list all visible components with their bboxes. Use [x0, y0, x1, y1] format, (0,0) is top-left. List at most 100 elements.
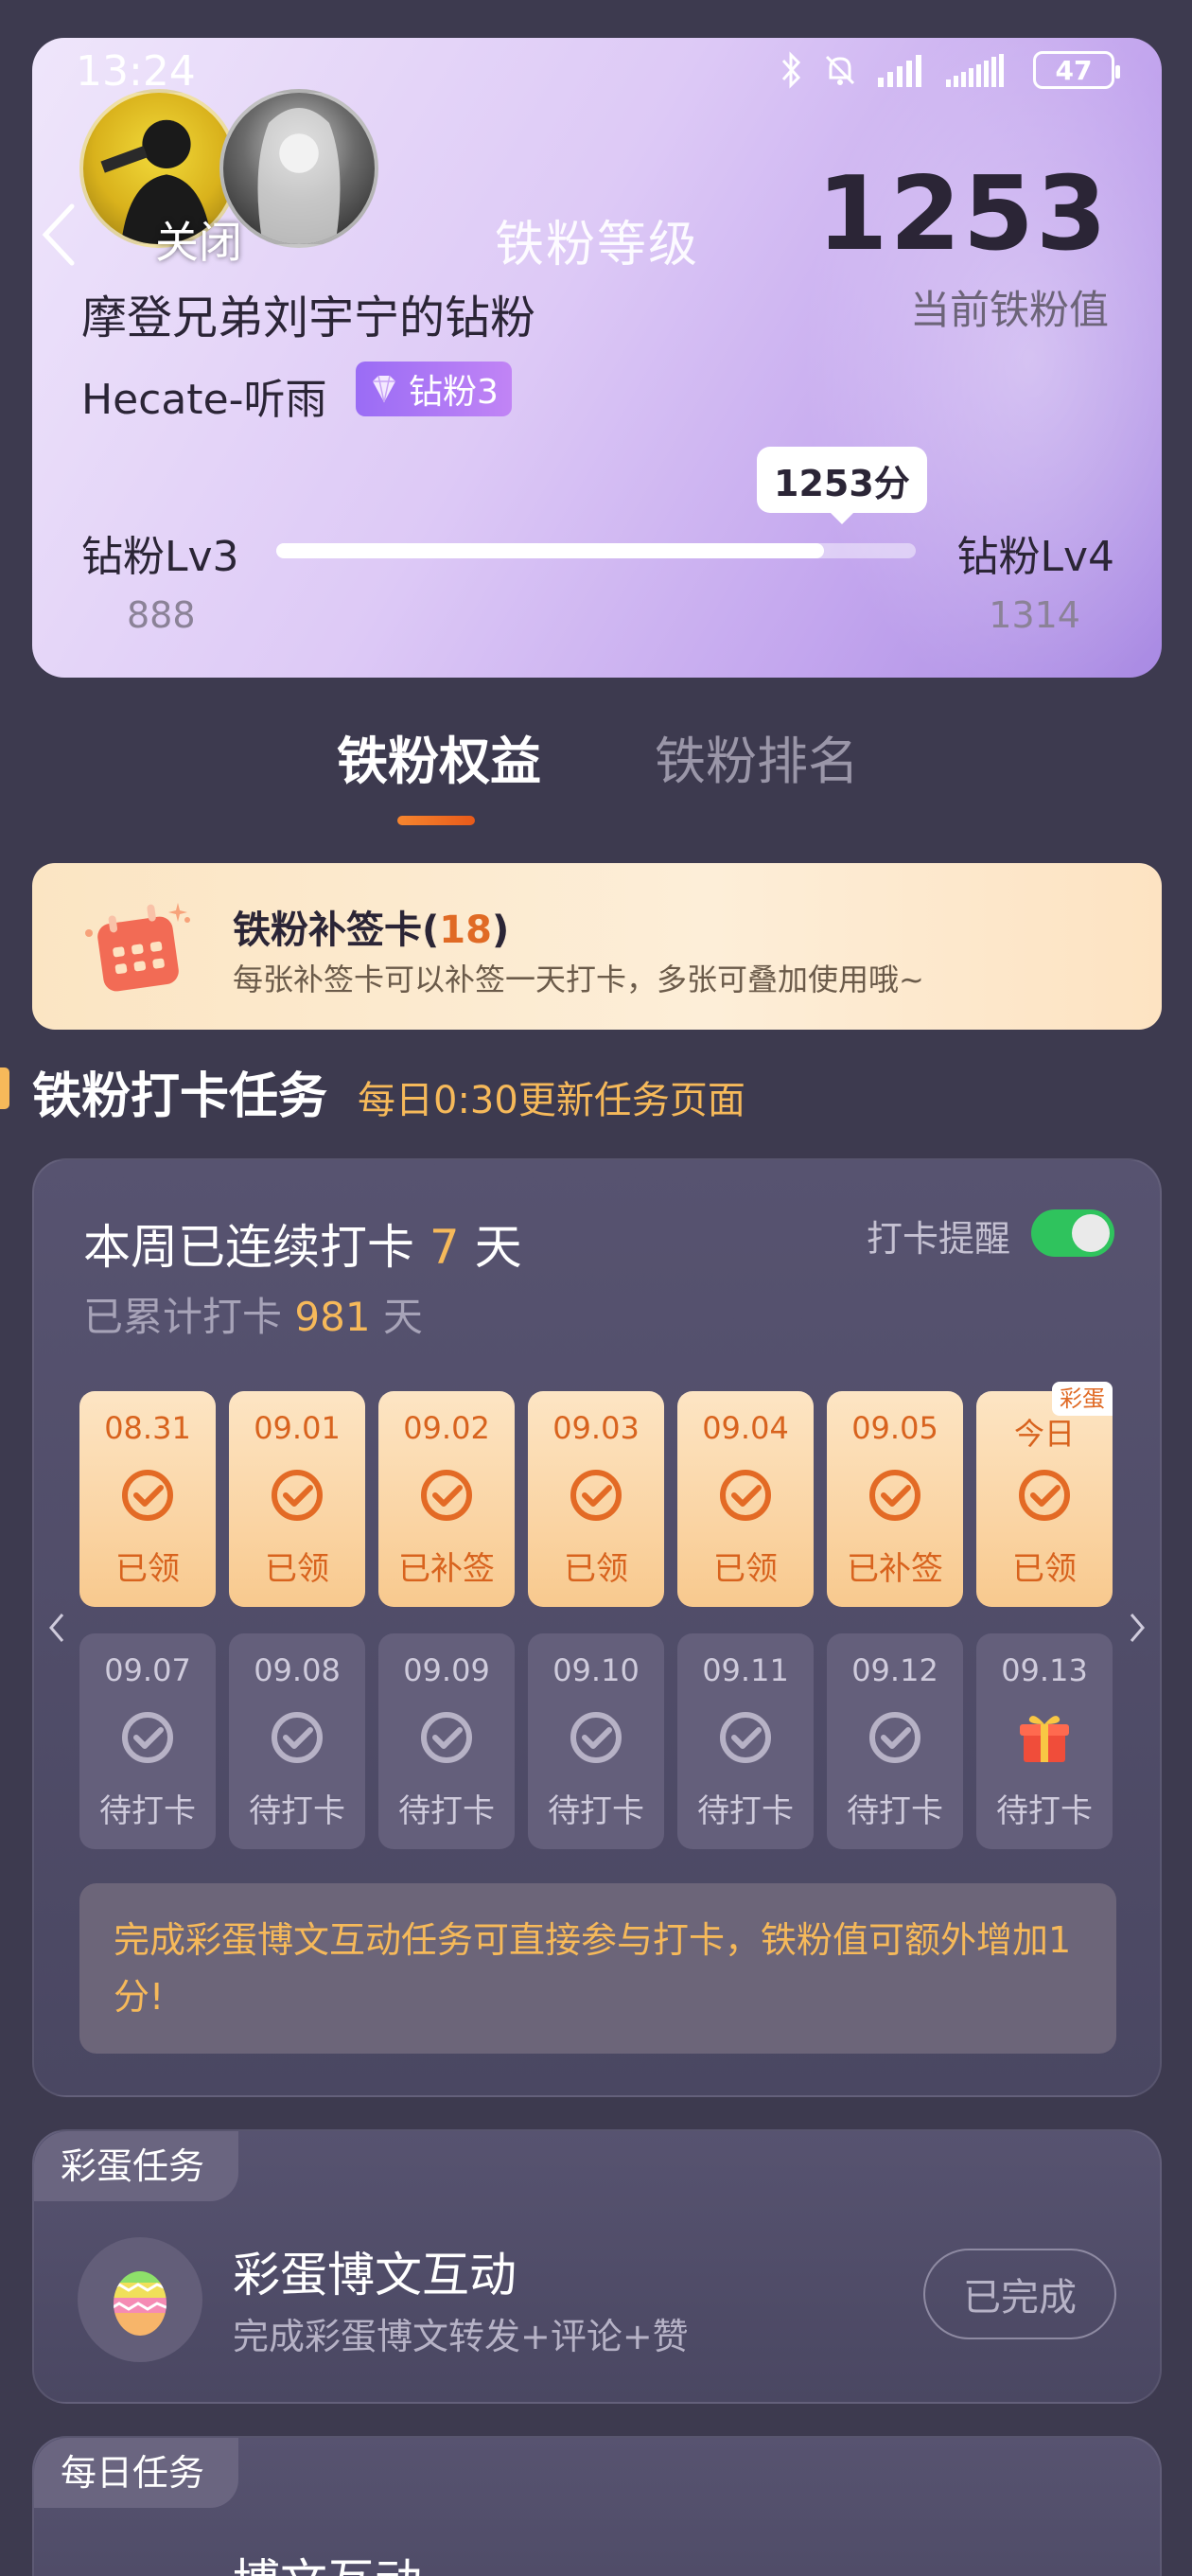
weekly-streak-prefix: 本周已连续打卡 — [83, 1220, 414, 1275]
level-current: 钻粉Lv3 — [81, 533, 239, 581]
egg-tip: 完成彩蛋博文互动任务可直接参与打卡，铁粉值可额外增加1分! — [79, 1883, 1116, 2054]
score-tooltip: 1253分 — [757, 447, 927, 524]
total-checkins-days: 981 — [294, 1294, 371, 1340]
weekly-streak-days: 7 — [429, 1220, 460, 1275]
checkin-day[interactable]: 09.11 待打卡 — [677, 1633, 814, 1849]
checkin-day-date: 09.05 — [851, 1410, 938, 1446]
checkin-day-date: 今日 — [1013, 1416, 1075, 1452]
checkin-day-date: 08.31 — [104, 1410, 191, 1446]
checkin-day-date: 09.09 — [403, 1652, 490, 1688]
checkin-day[interactable]: 09.13 待打卡 — [976, 1633, 1113, 1849]
makeup-card-paren-close: ) — [491, 909, 510, 952]
checkin-day-status: 待打卡 — [548, 1792, 644, 1830]
checkin-day-status: 待打卡 — [697, 1792, 794, 1830]
checkin-day-date: 09.04 — [702, 1410, 789, 1446]
fan-badge: 钻粉3 — [356, 362, 512, 416]
check-circle-icon — [568, 1709, 624, 1766]
section-title: 铁粉打卡任务 — [32, 1068, 328, 1125]
check-circle-icon — [867, 1709, 923, 1766]
active-tab-indicator — [397, 816, 475, 825]
diamond-icon — [373, 375, 395, 403]
egg-task-desc: 完成彩蛋博文转发+评论+赞 — [233, 2316, 689, 2357]
makeup-card-paren-open: ( — [422, 909, 440, 952]
total-checkins-prefix: 已累计打卡 — [83, 1294, 283, 1340]
checkin-day[interactable]: 09.09 待打卡 — [378, 1633, 515, 1849]
checkin-day[interactable]: 今日已领 彩蛋 — [976, 1382, 1113, 1607]
checkin-day-status: 已补签 — [847, 1550, 943, 1588]
checkin-day[interactable]: 09.04 已领 — [677, 1391, 814, 1607]
checkin-day[interactable]: 09.03 已领 — [528, 1391, 664, 1607]
mute-icon — [825, 55, 855, 85]
easter-egg-icon — [114, 2271, 167, 2336]
checkin-day-date: 09.13 — [1001, 1652, 1088, 1688]
checkin-reminder-toggle[interactable] — [1031, 1209, 1114, 1257]
checkin-day[interactable]: 09.10 待打卡 — [528, 1633, 664, 1849]
checkin-day-status: 待打卡 — [847, 1792, 943, 1830]
check-circle-icon — [269, 1709, 325, 1766]
checkin-day[interactable]: 09.08 待打卡 — [229, 1633, 365, 1849]
section-subtitle: 每日0:30更新任务页面 — [358, 1079, 745, 1122]
daily-task-card: 每日任务 博文互动 — [32, 2436, 1162, 2576]
makeup-card-banner[interactable]: 铁粉补签卡(18) 每张补签卡可以补签一天打卡，多张可叠加使用哦~ — [32, 863, 1162, 1030]
signal-icon-1 — [878, 55, 921, 87]
checkin-day-status: 已领 — [115, 1550, 180, 1588]
daily-task-title: 博文互动 — [233, 2544, 422, 2576]
level-progress-bar — [276, 543, 916, 558]
checkin-day-status: 待打卡 — [99, 1792, 196, 1830]
check-circle-icon — [568, 1467, 624, 1524]
tab-fan-benefits[interactable]: 铁粉权益 — [337, 719, 541, 794]
chevron-left-icon[interactable] — [45, 1609, 68, 1647]
egg-icon-wrap — [78, 2237, 202, 2362]
level-current-threshold: 888 — [127, 594, 196, 636]
checkin-day-status: 待打卡 — [398, 1792, 495, 1830]
checkin-day-status: 已补签 — [398, 1550, 495, 1588]
tab-fan-ranking[interactable]: 铁粉排名 — [655, 719, 859, 794]
total-checkins: 已累计打卡 981 天 — [83, 1285, 423, 1343]
checkin-day[interactable]: 09.02 已补签 — [378, 1391, 515, 1607]
checkin-reminder-label: 打卡提醒 — [866, 1218, 1010, 1260]
checkin-day-date: 09.11 — [702, 1652, 789, 1688]
egg-task-card: 彩蛋任务 彩蛋博文互动 完成彩蛋博文转发+评论+赞 已完成 — [32, 2129, 1162, 2404]
check-circle-icon — [1016, 1467, 1073, 1524]
checkin-card: 本周已连续打卡 7 天 已累计打卡 981 天 打卡提醒 08.31 已领 09.0… — [32, 1158, 1162, 2097]
signal-icon-2 — [946, 54, 1004, 87]
chevron-right-icon[interactable] — [1126, 1609, 1148, 1647]
battery-indicator: 47 — [1033, 51, 1120, 89]
username: Hecate-听雨 — [81, 376, 327, 424]
bluetooth-icon — [781, 51, 801, 89]
checkin-day[interactable]: 08.31 已领 — [79, 1391, 216, 1607]
makeup-card-count: 18 — [439, 909, 492, 952]
calendar-icon — [85, 903, 190, 992]
weekly-streak-suffix: 天 — [474, 1220, 522, 1275]
check-circle-icon — [119, 1467, 176, 1524]
checkin-day-date: 09.07 — [104, 1652, 191, 1688]
checkin-day[interactable]: 09.12 待打卡 — [827, 1633, 963, 1849]
egg-tag: 彩蛋 — [1052, 1382, 1113, 1416]
status-icons: 47 — [778, 51, 1120, 89]
daily-task-tag: 每日任务 — [34, 2438, 239, 2508]
checkin-day-status: 已领 — [1012, 1550, 1077, 1588]
checkin-day-status: 已领 — [564, 1550, 628, 1588]
checkin-day-date: 09.01 — [254, 1410, 341, 1446]
makeup-card-name: 铁粉补签卡 — [233, 909, 422, 952]
checkin-day[interactable]: 09.05 已补签 — [827, 1391, 963, 1607]
check-circle-icon — [717, 1709, 774, 1766]
checkin-day[interactable]: 09.01 已领 — [229, 1391, 365, 1607]
fan-level-header: 13:24 47 关闭 铁粉等级 1253 当前铁粉值 摩登兄弟刘宇宁的钻粉 H… — [32, 38, 1162, 678]
makeup-card-desc: 每张补签卡可以补签一天打卡，多张可叠加使用哦~ — [233, 962, 924, 997]
section-marker — [0, 1067, 9, 1109]
check-circle-icon — [418, 1709, 475, 1766]
battery-level: 47 — [1055, 54, 1093, 86]
total-checkins-suffix: 天 — [382, 1294, 423, 1340]
egg-task-status-button[interactable]: 已完成 — [923, 2249, 1116, 2339]
check-circle-icon — [717, 1467, 774, 1524]
egg-task-tag: 彩蛋任务 — [34, 2131, 239, 2201]
checkin-day-date: 09.12 — [851, 1652, 938, 1688]
checkin-day-status: 已领 — [265, 1550, 329, 1588]
fan-title: 摩登兄弟刘宇宁的钻粉 — [81, 291, 536, 344]
makeup-card-title: 铁粉补签卡(18) — [233, 899, 509, 954]
checkin-day-status: 待打卡 — [996, 1792, 1093, 1830]
gift-icon — [1016, 1709, 1073, 1766]
checkin-day-status: 已领 — [713, 1550, 778, 1588]
checkin-day[interactable]: 09.07 待打卡 — [79, 1633, 216, 1849]
